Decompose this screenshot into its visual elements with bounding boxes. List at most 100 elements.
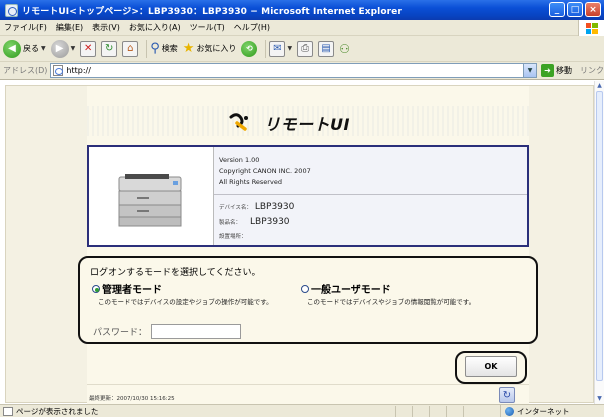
address-input[interactable]: http:// ▼: [50, 63, 537, 78]
page-refresh-button[interactable]: ↻: [499, 387, 515, 403]
search-label: 検索: [161, 44, 178, 53]
menu-bar: ファイル(F) 編集(E) 表示(V) お気に入り(A) ツール(T) ヘルプ(…: [0, 20, 604, 36]
print-button[interactable]: ⎙: [297, 40, 314, 57]
admin-mode-radio[interactable]: [92, 284, 100, 293]
security-zone[interactable]: インターネット: [500, 405, 570, 417]
refresh-button[interactable]: ↻: [101, 40, 118, 57]
login-panel: ログオンするモードを選択してください。 管理者モード このモードではデバイスの設…: [78, 256, 538, 344]
rights-text: All Rights Reserved: [219, 178, 282, 186]
home-icon: ⌂: [122, 40, 139, 57]
window-controls: _ □ ×: [549, 2, 601, 17]
chevron-down-icon[interactable]: ▼: [287, 45, 292, 52]
scroll-up-icon[interactable]: ▲: [595, 81, 604, 90]
remote-ui-logo: リモートUI: [228, 111, 350, 135]
mail-icon: ✉: [269, 40, 286, 57]
back-button[interactable]: ◀ 戻る ▼: [3, 39, 46, 58]
device-name-row: デバイス名： LBP3930: [219, 202, 294, 212]
scrollbar-thumb[interactable]: [596, 91, 603, 381]
password-input[interactable]: [151, 324, 242, 339]
logo-text: リモートUI: [264, 115, 350, 134]
chevron-down-icon[interactable]: ▼: [71, 45, 76, 52]
history-button[interactable]: ⟲: [241, 40, 258, 57]
chevron-down-icon[interactable]: ▼: [523, 64, 536, 77]
device-info-panel: Version 1.00 Copyright CANON INC. 2007 A…: [87, 145, 529, 247]
menu-edit[interactable]: 編集(E): [56, 22, 83, 33]
scroll-down-icon[interactable]: ▼: [595, 394, 604, 403]
refresh-icon: ↻: [101, 40, 118, 57]
toolbar-separator: [265, 39, 267, 58]
printer-image: [89, 147, 214, 245]
forward-button[interactable]: ▶ ▼: [50, 39, 76, 58]
history-icon: ⟲: [241, 40, 258, 57]
chevron-down-icon[interactable]: ▼: [41, 45, 46, 52]
standard-toolbar: ◀ 戻る ▼ ▶ ▼ ✕ ↻ ⌂ ⚲ 検索 ★ お気に入り ⟲ ✉ ▼ ⎙ ▤ …: [0, 36, 604, 62]
location-label: 設置場所：: [219, 234, 247, 240]
menu-favorites[interactable]: お気に入り(A): [129, 22, 181, 33]
home-button[interactable]: ⌂: [122, 40, 139, 57]
general-mode-radio[interactable]: [301, 284, 309, 293]
general-mode-row[interactable]: 一般ユーザモード: [301, 281, 531, 296]
page-icon: [53, 65, 64, 76]
password-row: パスワード：: [93, 324, 242, 339]
copyright-text: Copyright CANON INC. 2007: [219, 167, 311, 175]
status-pane: [429, 406, 446, 417]
location-row: 設置場所：: [219, 232, 247, 240]
menu-help[interactable]: ヘルプ(H): [234, 22, 270, 33]
admin-mode-label[interactable]: 管理者モード: [102, 281, 162, 296]
vertical-scrollbar[interactable]: ▲ ▼: [594, 81, 604, 404]
footer-divider: [87, 384, 529, 385]
menu-tools[interactable]: ツール(T): [190, 22, 225, 33]
links-button[interactable]: リンク: [580, 65, 604, 76]
page-frame: リモートUI Version 1.00 Copyright CANON INC.…: [5, 85, 594, 404]
status-text: ページが表示されました: [16, 406, 99, 416]
globe-icon: [505, 407, 514, 416]
admin-mode-row[interactable]: 管理者モード: [92, 281, 297, 296]
ok-button[interactable]: OK: [465, 356, 517, 377]
status-pane: [446, 406, 463, 417]
stop-icon: ✕: [80, 40, 97, 57]
version-text: Version 1.00: [219, 156, 260, 164]
minimize-button[interactable]: _: [549, 2, 565, 17]
messenger-button[interactable]: ⚇: [339, 42, 350, 56]
product-name-value: LBP3930: [250, 217, 290, 227]
login-prompt: ログオンするモードを選択してください。: [90, 268, 261, 278]
back-arrow-icon: ◀: [3, 39, 21, 58]
page-content: リモートUI Version 1.00 Copyright CANON INC.…: [0, 81, 594, 404]
search-button[interactable]: ⚲ 検索: [150, 41, 178, 56]
product-name-label: 製品名：: [219, 220, 242, 226]
favorites-label: お気に入り: [196, 44, 237, 53]
status-bar: ページが表示されました インターネット: [0, 404, 604, 417]
status-pane: [395, 406, 412, 417]
remote-ui-mark-icon: [229, 113, 248, 131]
close-button[interactable]: ×: [585, 2, 601, 17]
last-updated-text: 最終更新：2007/10/30 15:16:25: [89, 396, 175, 402]
password-label: パスワード：: [93, 328, 148, 338]
windows-logo-icon: [578, 20, 604, 36]
stop-button[interactable]: ✕: [80, 40, 97, 57]
edit-button[interactable]: ▤: [318, 40, 335, 57]
printer-icon: ⎙: [297, 40, 314, 57]
admin-mode-option[interactable]: 管理者モード このモードではデバイスの設定やジョブの操作が可能です。: [92, 281, 297, 306]
mail-button[interactable]: ✉ ▼: [269, 40, 292, 57]
general-mode-description: このモードではデバイスやジョブの情報閲覧が可能です。: [307, 298, 476, 306]
go-button[interactable]: ➜ 移動: [541, 64, 572, 77]
status-pane: [412, 406, 429, 417]
ie-app-icon: [5, 3, 18, 17]
window-titlebar[interactable]: リモートUI<トップページ>：LBP3930：LBP3930 − Microso…: [0, 0, 604, 20]
zone-text: インターネット: [517, 407, 570, 416]
menu-file[interactable]: ファイル(F): [4, 22, 47, 33]
favorites-button[interactable]: ★ お気に入り: [183, 41, 237, 56]
messenger-icon: ⚇: [339, 41, 350, 56]
general-mode-label[interactable]: 一般ユーザモード: [311, 281, 391, 296]
menu-view[interactable]: 表示(V): [92, 22, 120, 33]
forward-arrow-icon: ▶: [50, 39, 69, 58]
maximize-button[interactable]: □: [567, 2, 583, 17]
admin-mode-description: このモードではデバイスの設定やジョブの操作が可能です。: [98, 298, 273, 306]
product-name-row: 製品名： LBP3930: [219, 217, 290, 227]
toolbar-separator: [146, 39, 148, 58]
go-arrow-icon: ➜: [541, 64, 554, 77]
address-bar: アドレス(D) http:// ▼ ➜ 移動 リンク: [0, 62, 604, 80]
general-mode-option[interactable]: 一般ユーザモード このモードではデバイスやジョブの情報閲覧が可能です。: [301, 281, 531, 306]
address-value: http://: [66, 66, 91, 75]
search-icon: ⚲: [150, 41, 160, 56]
